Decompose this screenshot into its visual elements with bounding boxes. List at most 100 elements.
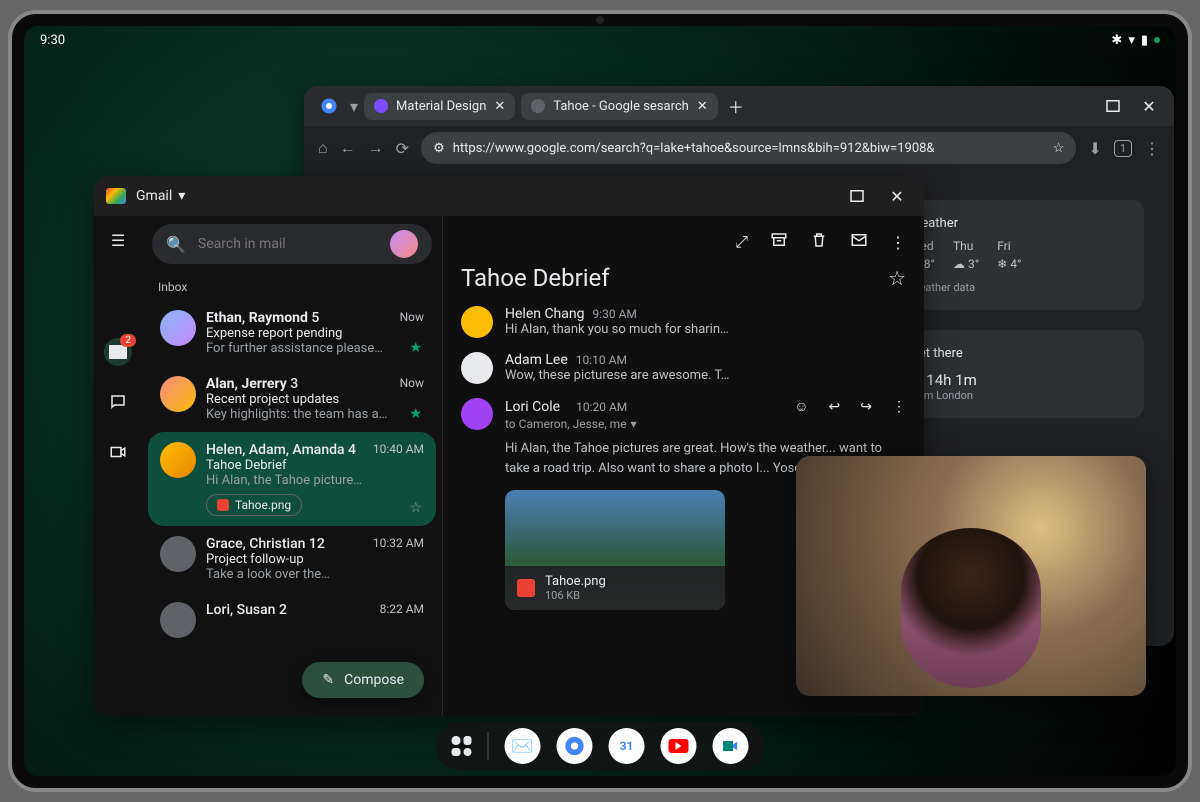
attachment-preview[interactable]: Tahoe.png 106 KB ✕ [505, 490, 725, 610]
attachment-chip[interactable]: Tahoe.png [206, 494, 302, 516]
compose-button[interactable]: ✎ Compose [302, 662, 424, 698]
chrome-dropdown-icon[interactable]: ▾ [350, 97, 358, 116]
star-icon[interactable]: ☆ [888, 266, 906, 290]
taskbar-separator [488, 732, 489, 760]
weather-temp: 4° [1010, 257, 1021, 271]
thread-item[interactable]: Ethan, Raymond 5Now Expense report pendi… [148, 300, 436, 366]
taskbar-meet[interactable] [713, 728, 749, 764]
weather-temp: 8° [924, 257, 935, 271]
reload-icon[interactable]: ⟳ [396, 139, 409, 158]
taskbar-youtube[interactable] [661, 728, 697, 764]
new-tab-button[interactable]: ＋ [724, 94, 748, 118]
desktop: 9:30 ✱ ▾ ▮ ▾ Material Design ✕ [24, 26, 1176, 776]
tabs-count-badge[interactable]: 1 [1114, 140, 1132, 157]
weather-title: Weather [910, 216, 1128, 231]
thread-item-selected[interactable]: Helen, Adam, Amanda 410:40 AM Tahoe Debr… [148, 432, 436, 526]
chevron-down-icon: ▾ [178, 188, 185, 204]
search-icon: 🔍 [166, 235, 186, 254]
reply-icon[interactable]: ↩ [829, 399, 841, 415]
close-tab-icon[interactable]: ✕ [697, 99, 708, 114]
more-icon[interactable]: ⋮ [892, 399, 906, 415]
mail-badge: 2 [120, 334, 136, 347]
star-icon[interactable]: ★ [409, 340, 422, 356]
thread-item[interactable]: Lori, Susan 28:22 AM [148, 592, 436, 648]
gmail-app-label[interactable]: Gmail ▾ [136, 188, 185, 204]
recipients-row[interactable]: to Cameron, Jesse, me ▾ [505, 417, 906, 431]
taskbar-gmail[interactable]: ✉️ [505, 728, 541, 764]
search-bar[interactable]: 🔍 [152, 224, 432, 264]
archive-icon[interactable] [770, 231, 788, 253]
more-icon[interactable]: ⋮ [1144, 139, 1160, 158]
message-collapsed[interactable]: Adam Lee10:10 AM Wow, these picturese ar… [461, 352, 906, 384]
home-icon[interactable]: ⌂ [318, 138, 328, 158]
chrome-toolbar: ⌂ ← → ⟳ ⚙ https://www.google.com/search?… [304, 126, 1174, 170]
emoji-icon[interactable]: ☺ [794, 398, 808, 415]
window-close-button[interactable]: ✕ [1134, 91, 1164, 121]
close-tab-icon[interactable]: ✕ [494, 99, 505, 114]
sender-avatar [461, 352, 493, 384]
gmail-titlebar: Gmail ▾ ✕ [94, 176, 924, 216]
taskbar-calendar[interactable]: 31 [609, 728, 645, 764]
bluetooth-icon: ✱ [1111, 33, 1122, 48]
weather-footer: Weather data [910, 281, 1128, 294]
search-input[interactable] [198, 236, 378, 252]
app-drawer-icon[interactable] [452, 736, 472, 756]
delete-icon[interactable] [810, 231, 828, 253]
window-maximize-button[interactable] [1098, 91, 1128, 121]
star-icon[interactable]: ☆ [409, 500, 422, 516]
camera-notch [596, 16, 604, 24]
tablet-frame: 9:30 ✱ ▾ ▮ ▾ Material Design ✕ [8, 10, 1192, 792]
download-icon[interactable]: ⬇ [1088, 139, 1101, 158]
chevron-down-icon: ▾ [631, 417, 637, 431]
star-icon[interactable]: ☆ [1053, 141, 1065, 156]
tab-material-design[interactable]: Material Design ✕ [364, 93, 515, 120]
star-icon[interactable]: ★ [409, 406, 422, 422]
pencil-icon: ✎ [322, 672, 334, 688]
forward-icon[interactable]: → [368, 138, 384, 158]
mark-unread-icon[interactable] [850, 231, 868, 253]
get-there-title: Get there [910, 346, 1128, 361]
back-icon[interactable]: ← [340, 138, 356, 158]
thread-item[interactable]: Grace, Christian 1210:32 AM Project foll… [148, 526, 436, 592]
chrome-logo-icon [314, 91, 344, 121]
weather-temp: 3° [968, 257, 979, 271]
travel-from: from London [910, 389, 1128, 402]
site-info-icon[interactable]: ⚙ [433, 141, 445, 156]
battery-icon: ▮ [1141, 33, 1148, 48]
wifi-icon: ▾ [1128, 33, 1135, 48]
video-participant [901, 528, 1041, 688]
attachment-name: Tahoe.png [545, 574, 725, 589]
more-icon[interactable]: ⋮ [890, 233, 906, 252]
video-pip[interactable] [796, 456, 1146, 696]
expand-icon[interactable]: ⤢ [735, 232, 748, 252]
chat-icon[interactable] [104, 388, 132, 416]
account-avatar[interactable] [390, 230, 418, 258]
status-icons: ✱ ▾ ▮ [1111, 33, 1160, 48]
taskbar: ✉️ 31 [436, 722, 765, 770]
window-close-button[interactable]: ✕ [882, 181, 912, 211]
sender-avatar [160, 442, 196, 478]
message-collapsed[interactable]: Helen Chang9:30 AM Hi Alan, thank you so… [461, 306, 906, 338]
window-maximize-button[interactable] [842, 181, 872, 211]
get-there-card[interactable]: Get there ✈ 14h 1m from London [894, 330, 1144, 418]
omnibox[interactable]: ⚙ https://www.google.com/search?q=lake+t… [421, 132, 1076, 164]
sender-avatar [160, 602, 196, 638]
menu-icon[interactable]: ☰ [104, 226, 132, 254]
meet-icon[interactable] [104, 438, 132, 466]
sender-avatar [160, 376, 196, 412]
taskbar-chrome[interactable] [557, 728, 593, 764]
weather-day: Thu [953, 239, 973, 253]
status-dot [1154, 37, 1160, 43]
weather-card[interactable]: Weather Wed☀ 8° Thu☁ 3° Fri❄ 4° Weather … [894, 200, 1144, 310]
tab-label: Material Design [396, 99, 486, 114]
status-bar: 9:30 ✱ ▾ ▮ [24, 26, 1176, 54]
thread-list: 🔍 Inbox Ethan, Raymond 5Now Expense repo… [142, 216, 442, 716]
thread-item[interactable]: Alan, Jerrery 3Now Recent project update… [148, 366, 436, 432]
image-file-icon [517, 579, 535, 597]
inbox-label: Inbox [142, 272, 442, 300]
tab-tahoe-search[interactable]: Tahoe - Google sesarch ✕ [521, 93, 717, 120]
forward-icon[interactable]: ↪ [860, 399, 872, 415]
sender-avatar [160, 536, 196, 572]
status-time: 9:30 [40, 33, 65, 48]
mail-icon[interactable]: 2 [104, 338, 132, 366]
